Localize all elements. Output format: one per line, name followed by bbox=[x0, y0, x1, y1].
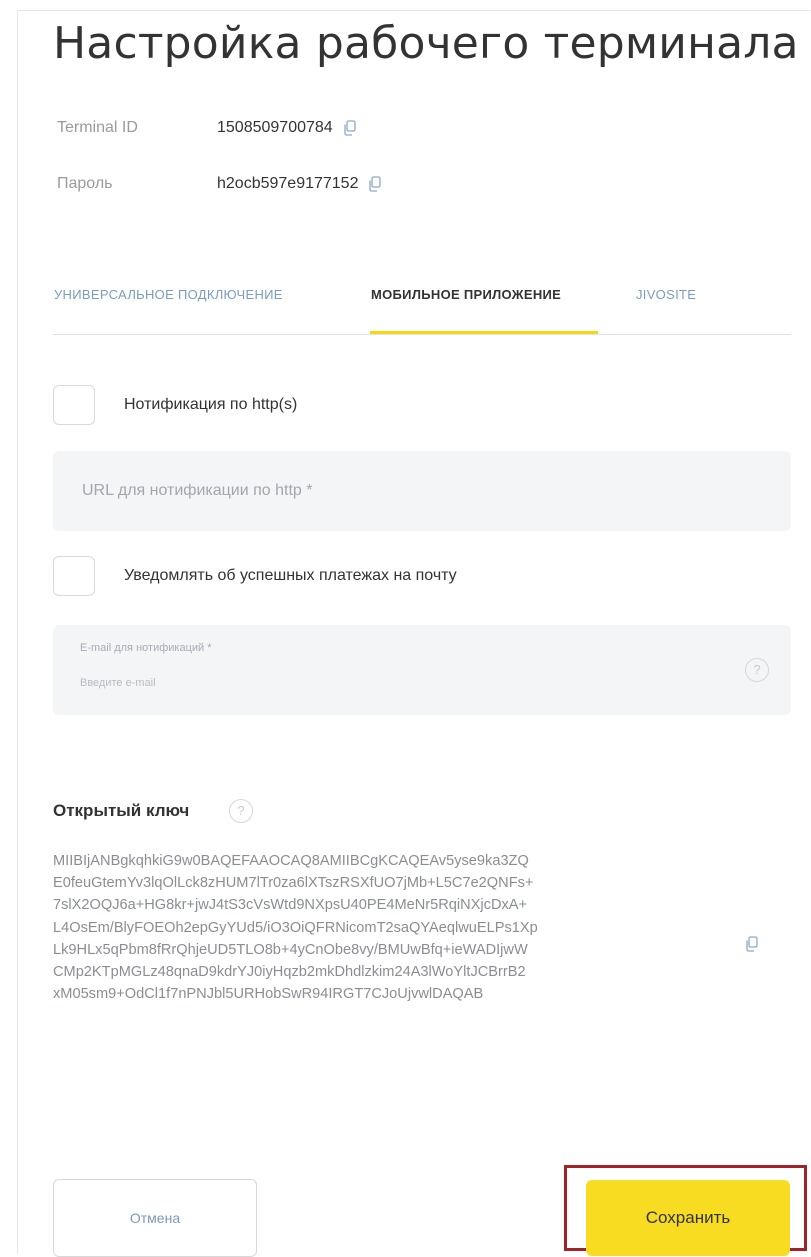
password-label: Пароль bbox=[57, 175, 113, 192]
password-value: h2ocb597e9177152 bbox=[217, 175, 359, 192]
tab-mobile-app[interactable]: МОБИЛЬНОЕ ПРИЛОЖЕНИЕ bbox=[371, 287, 561, 302]
public-key-text: MIIBIjANBgkqhkiG9w0BAQEFAAOCAQ8AMIIBCgKC… bbox=[53, 850, 673, 1005]
terminal-id-value: 1508509700784 bbox=[217, 119, 333, 136]
page-title: Настройка рабочего терминала bbox=[53, 18, 799, 69]
public-key-line: MIIBIjANBgkqhkiG9w0BAQEFAAOCAQ8AMIIBCgKC… bbox=[53, 853, 529, 869]
http-notification-label: Нотификация по http(s) bbox=[124, 396, 298, 413]
email-notification-checkbox[interactable] bbox=[53, 556, 95, 596]
copy-icon[interactable] bbox=[341, 119, 359, 137]
terminal-id-label: Terminal ID bbox=[57, 119, 138, 136]
email-field-placeholder: Введите e-mail bbox=[80, 677, 156, 689]
public-key-line: E0feuGtemYv3lqOlLck8zHUM7lTr0za6lXTszRSX… bbox=[53, 875, 534, 892]
tab-jivosite[interactable]: JIVOSITE bbox=[636, 287, 696, 302]
help-icon[interactable]: ? bbox=[745, 658, 769, 682]
password-row: h2ocb597e9177152 bbox=[217, 175, 384, 193]
http-url-field[interactable]: URL для нотификации по http * bbox=[53, 451, 791, 531]
public-key-line: CMp2KTpMGLz48qnaD9kdrYJ0iyHqzb2mkDhdlzki… bbox=[53, 964, 526, 981]
tab-bar: УНИВЕРСАЛЬНОЕ ПОДКЛЮЧЕНИЕ МОБИЛЬНОЕ ПРИЛ… bbox=[53, 280, 791, 335]
tab-universal-connection[interactable]: УНИВЕРСАЛЬНОЕ ПОДКЛЮЧЕНИЕ bbox=[54, 287, 283, 302]
public-key-line: L4OsEm/BlyFOEOh2epGyYUd5/iO3OiQFRNicomT2… bbox=[53, 919, 538, 936]
cancel-button[interactable]: Отмена bbox=[53, 1179, 257, 1257]
public-key-heading: Открытый ключ bbox=[53, 801, 189, 821]
email-field-label: E-mail для нотификаций * bbox=[80, 642, 212, 654]
http-url-placeholder: URL для нотификации по http * bbox=[82, 482, 313, 499]
http-notification-checkbox[interactable] bbox=[53, 385, 95, 425]
email-field[interactable]: E-mail для нотификаций * Введите e-mail … bbox=[53, 625, 791, 715]
help-icon[interactable]: ? bbox=[229, 799, 253, 823]
public-key-line: 7slX2OQJ6a+HG8kr+jwJ4tS3cVsWtd9NXpsU40PE… bbox=[53, 897, 528, 914]
copy-icon[interactable] bbox=[366, 175, 384, 193]
save-button[interactable]: Сохранить bbox=[586, 1180, 790, 1256]
email-notification-label: Уведомлять об успешных платежах на почту bbox=[124, 567, 457, 584]
active-tab-indicator bbox=[370, 331, 598, 334]
public-key-line: xM05sm9+OdCl1f7nPNJbl5URHobSwR94IRGT7CJo… bbox=[53, 986, 484, 1003]
terminal-id-row: 1508509700784 bbox=[217, 119, 359, 137]
public-key-title: Открытый ключ bbox=[53, 801, 190, 820]
copy-icon[interactable] bbox=[743, 935, 761, 953]
public-key-line: Lk9HLx5qPbm8fRrQhjeUD5TLO8b+4yCnObe8vy/B… bbox=[53, 941, 528, 958]
